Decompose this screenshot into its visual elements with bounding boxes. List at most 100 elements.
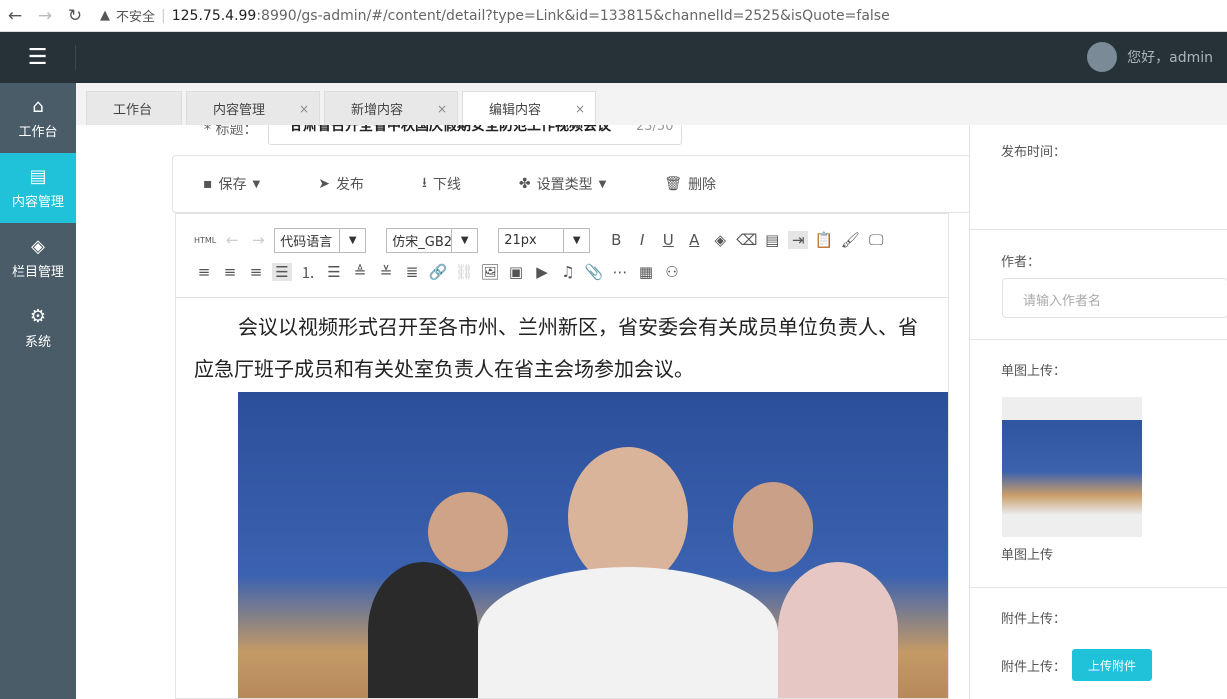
- sidebar-item-label: 工作台: [18, 125, 58, 140]
- underline-icon[interactable]: U: [658, 231, 678, 249]
- editor-toolbar: HTML ← → 代码语言 ▼ 仿宋_GB2 ▼ 21px ▼ B I U A ◈ ⌫…: [176, 214, 948, 298]
- content-paragraph: 会议以视频形式召开至各市州、兰州新区，省安委会有关成员单位负责人、省应急厅班子成…: [194, 315, 918, 381]
- caret-down-icon: ▼: [451, 228, 477, 252]
- table-icon[interactable]: ▦: [636, 263, 656, 281]
- eraser-icon[interactable]: ⌫: [736, 231, 757, 249]
- sidebar: ⌂ 工作台 ▤ 内容管理 ◈ 栏目管理 ⚙ 系统: [0, 83, 76, 699]
- divider: |: [161, 7, 166, 24]
- attachment-label-2: 附件上传：: [1001, 660, 1067, 675]
- photo-figure: [368, 562, 478, 698]
- image-upload-caption: 单图上传: [1001, 548, 1054, 563]
- html-button[interactable]: HTML: [194, 236, 216, 245]
- italic-icon[interactable]: I: [632, 231, 652, 249]
- publish-label: 发布: [335, 177, 364, 193]
- image-icon[interactable]: 🖼: [480, 263, 500, 281]
- sidebar-item-channels[interactable]: ◈ 栏目管理: [0, 223, 76, 293]
- font-family-select[interactable]: 仿宋_GB2 ▼: [386, 227, 479, 253]
- attachment-icon[interactable]: 📎: [584, 263, 604, 281]
- document-icon: ▤: [29, 166, 47, 187]
- upload-attachment-button[interactable]: 上传附件: [1072, 649, 1152, 681]
- align-justify-icon[interactable]: ☰: [272, 263, 292, 281]
- photo-figure: [428, 492, 508, 572]
- trash-icon: 🗑: [664, 176, 683, 192]
- code-language-select[interactable]: 代码语言 ▼: [274, 227, 367, 253]
- rich-text-editor: HTML ← → 代码语言 ▼ 仿宋_GB2 ▼ 21px ▼ B I U A ◈ ⌫…: [175, 213, 949, 699]
- redo-icon[interactable]: →: [248, 231, 268, 249]
- photo-figure: [478, 567, 778, 698]
- delete-label: 删除: [688, 177, 717, 193]
- format-brush-icon[interactable]: 🖌: [840, 231, 860, 249]
- browser-bar: ← → ↻ ▲ 不安全 | 125.75.4.99:8990/gs-admin/…: [0, 0, 1227, 32]
- title-input[interactable]: 甘肃省召开全省中秋国庆假期安全防范工作视频会议: [268, 125, 682, 145]
- background-color-icon[interactable]: ◈: [710, 231, 730, 249]
- music-icon[interactable]: ♫: [558, 263, 578, 281]
- paste-icon[interactable]: 📋: [814, 231, 834, 249]
- offline-button[interactable]: ⭳ 下线: [422, 172, 461, 196]
- unlink-icon[interactable]: ⛓: [454, 263, 474, 281]
- image-upload-label: 单图上传：: [1001, 364, 1067, 379]
- save-button[interactable]: ▪ 保存 ▼: [203, 174, 260, 194]
- download-icon: ⭳: [421, 175, 427, 191]
- undo-icon[interactable]: ←: [222, 231, 242, 249]
- tab-content-management[interactable]: 内容管理 ×: [186, 91, 320, 125]
- align-left-icon[interactable]: ≡: [194, 263, 214, 281]
- close-icon[interactable]: ×: [437, 102, 447, 116]
- content-photo[interactable]: [238, 392, 948, 698]
- list-style-icon[interactable]: ≣: [402, 263, 422, 281]
- caret-down-icon: ▼: [563, 228, 589, 252]
- forward-icon[interactable]: →: [30, 6, 60, 26]
- publish-button[interactable]: ➤ 发布: [318, 174, 364, 194]
- link-icon[interactable]: 🔗: [428, 263, 448, 281]
- photo-figure: [778, 562, 898, 698]
- save-label: 保存: [218, 177, 247, 193]
- gear-icon: ⚙: [29, 306, 47, 327]
- set-type-button[interactable]: ✤ 设置类型 ▼: [519, 174, 606, 194]
- divider: [970, 229, 1227, 230]
- bold-icon[interactable]: B: [606, 231, 626, 249]
- font-size-select[interactable]: 21px ▼: [498, 227, 591, 253]
- tab-edit-content[interactable]: 编辑内容 ×: [462, 91, 596, 125]
- user-menu[interactable]: 您好，admin: [1087, 42, 1213, 72]
- layers-icon: ◈: [31, 236, 45, 257]
- thumbnail-image: [1002, 420, 1142, 514]
- unordered-list-icon[interactable]: ☰: [324, 263, 344, 281]
- code-language-value: 代码语言: [280, 234, 333, 250]
- sidebar-item-workbench[interactable]: ⌂ 工作台: [0, 83, 76, 153]
- attachment-label: 附件上传：: [1001, 612, 1067, 627]
- font-color-icon[interactable]: A: [684, 231, 704, 249]
- address-bar[interactable]: ▲ 不安全 | 125.75.4.99:8990/gs-admin/#/cont…: [100, 6, 890, 26]
- ordered-list-icon[interactable]: ⒈: [298, 262, 318, 283]
- tab-workbench[interactable]: 工作台: [86, 91, 182, 125]
- close-icon[interactable]: ×: [299, 102, 309, 116]
- type-icon: ✤: [518, 176, 531, 192]
- reload-icon[interactable]: ↻: [60, 6, 90, 26]
- photo-figure: [733, 482, 813, 572]
- back-icon[interactable]: ←: [0, 6, 30, 26]
- search-replace-icon[interactable]: ⚇: [662, 263, 682, 281]
- indent-icon[interactable]: ⇥: [788, 231, 809, 249]
- image-upload-thumbnail[interactable]: [1002, 397, 1142, 537]
- align-center-icon[interactable]: ≡: [246, 263, 266, 281]
- photo-figure: [568, 447, 688, 587]
- tab-bar: 工作台 内容管理 × 新增内容 × 编辑内容 ×: [76, 83, 1227, 125]
- delete-button[interactable]: 🗑 删除: [664, 174, 716, 194]
- menu-toggle-icon[interactable]: ☰: [0, 45, 76, 70]
- close-icon[interactable]: ×: [575, 102, 585, 116]
- sidebar-item-system[interactable]: ⚙ 系统: [0, 293, 76, 363]
- editor-content[interactable]: 会议以视频形式召开至各市州、兰州新区，省安委会有关成员单位负责人、省应急厅班子成…: [176, 298, 948, 398]
- tab-new-content[interactable]: 新增内容 ×: [324, 91, 458, 125]
- greeting: 您好，admin: [1127, 50, 1213, 66]
- author-input[interactable]: 请输入作者名: [1002, 278, 1227, 318]
- page-break-icon[interactable]: ⋯: [610, 263, 630, 281]
- preview-icon[interactable]: 🖵: [866, 231, 886, 249]
- paragraph-spacing-icon[interactable]: ≚: [376, 263, 396, 281]
- video-icon[interactable]: ▶: [532, 263, 552, 281]
- align-right-icon[interactable]: ≡: [220, 263, 240, 281]
- sidebar-item-content[interactable]: ▤ 内容管理: [0, 153, 76, 223]
- top-header: ☰ 您好，admin: [0, 32, 1227, 83]
- paragraph-format-icon[interactable]: ▤: [762, 231, 782, 249]
- send-icon: ➤: [318, 176, 330, 192]
- offline-label: 下线: [432, 177, 461, 193]
- line-height-icon[interactable]: ≜: [350, 263, 370, 281]
- multi-image-icon[interactable]: ▣: [506, 263, 526, 281]
